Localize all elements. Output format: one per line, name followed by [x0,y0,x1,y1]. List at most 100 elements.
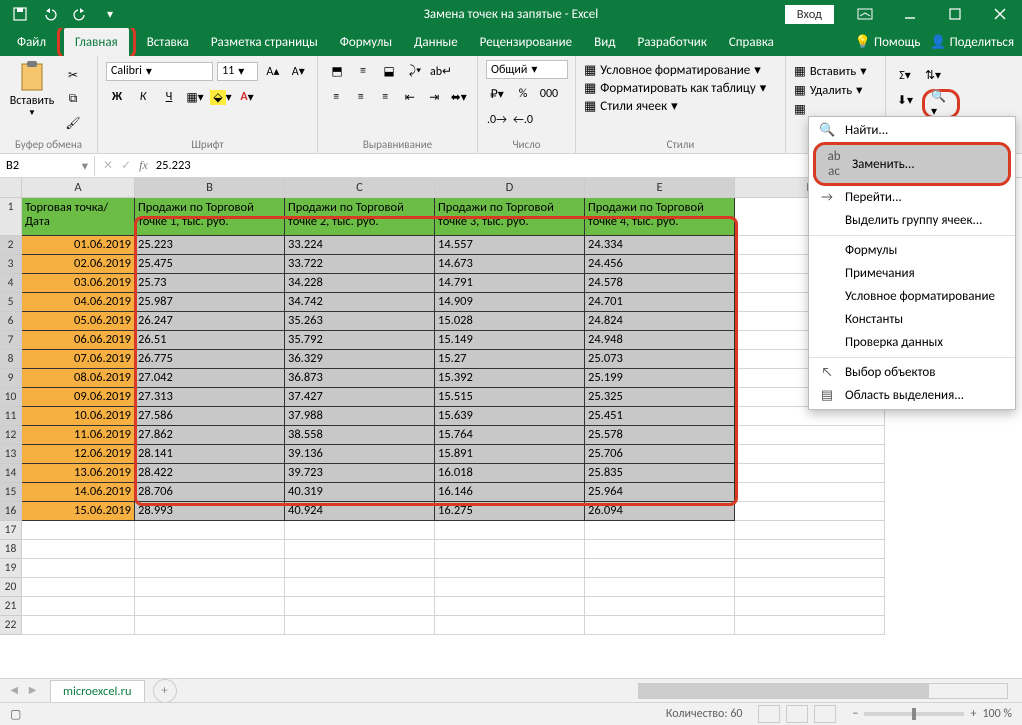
merge-icon[interactable]: ⬌▾ [449,86,470,108]
format-as-table[interactable]: ▦ Форматировать как таблицу ▾ [584,80,777,97]
cell-data[interactable]: 28.141 [135,445,285,464]
zoom-in-icon[interactable]: + [970,707,976,721]
cell-date[interactable]: 06.06.2019 [22,331,135,350]
cell-date[interactable]: 03.06.2019 [22,274,135,293]
cell[interactable] [735,426,885,445]
cell[interactable] [285,521,435,540]
cell-data[interactable]: 27.586 [135,407,285,426]
align-middle-icon[interactable]: ≡ [352,60,374,82]
cell-data[interactable]: 24.334 [585,236,735,255]
fx-cancel-icon[interactable]: ✕ [103,158,113,173]
cell-data[interactable]: 28.422 [135,464,285,483]
cell-data[interactable]: 27.862 [135,426,285,445]
cell-date[interactable]: 09.06.2019 [22,388,135,407]
cell[interactable] [735,597,885,616]
cell-data[interactable]: 15.392 [435,369,585,388]
cell[interactable] [585,521,735,540]
cell-data[interactable]: 15.891 [435,445,585,464]
cell-date[interactable]: 14.06.2019 [22,483,135,502]
cell-data[interactable]: 36.329 [285,350,435,369]
name-box[interactable]: B2▾ [0,156,95,176]
cell[interactable] [735,464,885,483]
cell-data[interactable]: 25.475 [135,255,285,274]
align-top-icon[interactable]: ⬒ [326,60,348,82]
cell-data[interactable]: 25.964 [585,483,735,502]
sort-icon[interactable]: ⇅▾ [922,64,944,86]
cell-data[interactable]: 38.558 [285,426,435,445]
ribbon-options-icon[interactable] [842,0,887,28]
tab-view[interactable]: Вид [583,28,626,56]
zoom-out-icon[interactable]: − [852,707,858,721]
row-header-5[interactable]: 5 [0,293,22,312]
cell-date[interactable]: 10.06.2019 [22,407,135,426]
record-macro-icon[interactable]: ▢ [10,707,21,722]
menu-selection-pane[interactable]: ▤Область выделения... [809,384,1015,407]
cell[interactable] [22,559,135,578]
horizontal-scrollbar[interactable] [638,683,1008,699]
cell-data[interactable]: 16.146 [435,483,585,502]
row-header-17[interactable]: 17 [0,521,22,540]
cell-data[interactable]: 25.223 [135,236,285,255]
col-header-B[interactable]: B [135,178,285,198]
cell-data[interactable]: 26.775 [135,350,285,369]
increase-decimal-icon[interactable]: .0→ [486,109,508,131]
col-header-C[interactable]: C [285,178,435,198]
font-color-icon[interactable]: A▾ [236,86,258,108]
cell[interactable] [735,540,885,559]
zoom-slider[interactable] [864,712,964,716]
insert-cells[interactable]: ▦ Вставить ▾ [794,62,877,80]
cell-data[interactable]: 15.149 [435,331,585,350]
row-header-20[interactable]: 20 [0,578,22,597]
menu-goto[interactable]: →Перейти... [809,186,1015,209]
tab-insert[interactable]: Вставка [136,28,200,56]
cell[interactable] [585,616,735,635]
cell[interactable] [735,616,885,635]
copy-icon[interactable]: ⧉ [62,88,84,110]
row-header-13[interactable]: 13 [0,445,22,464]
cell[interactable] [735,445,885,464]
conditional-formatting[interactable]: ▦ Условное форматирование ▾ [584,62,777,79]
cell-data[interactable]: 25.706 [585,445,735,464]
cell[interactable] [285,616,435,635]
cell[interactable] [585,559,735,578]
cell-data[interactable]: 33.722 [285,255,435,274]
cell-date[interactable]: 11.06.2019 [22,426,135,445]
cell-data[interactable]: 15.764 [435,426,585,445]
cell[interactable] [585,540,735,559]
row-header-15[interactable]: 15 [0,483,22,502]
indent-right-icon[interactable]: ⇥ [424,86,445,108]
cell-data[interactable]: 24.578 [585,274,735,293]
fill-color-icon[interactable]: ⬙▾ [210,86,232,108]
table-header[interactable]: Продажи по Торговой точке 1, тыс. руб. [135,198,285,236]
maximize-icon[interactable] [932,0,977,28]
cell-data[interactable]: 40.319 [285,483,435,502]
align-right-icon[interactable]: ≡ [375,86,396,108]
cell-data[interactable]: 34.742 [285,293,435,312]
indent-left-icon[interactable]: ⇤ [400,86,421,108]
table-header[interactable]: Торговая точка/ Дата [22,198,135,236]
cell[interactable] [22,578,135,597]
align-center-icon[interactable]: ≡ [351,86,372,108]
menu-data-validation[interactable]: Проверка данных [809,331,1015,354]
qat-more-icon[interactable]: ▾ [98,2,122,26]
delete-cells[interactable]: ▦ Удалить ▾ [794,81,877,99]
orientation-icon[interactable]: ⤸▾ [404,60,426,82]
col-header-E[interactable]: E [585,178,735,198]
cell[interactable] [585,597,735,616]
add-sheet-icon[interactable]: + [153,679,177,703]
decrease-decimal-icon[interactable]: ←.0 [512,109,534,131]
cell-data[interactable]: 40.924 [285,502,435,521]
cell-date[interactable]: 05.06.2019 [22,312,135,331]
cell-data[interactable]: 26.247 [135,312,285,331]
format-painter-icon[interactable]: 🖌 [62,112,84,134]
tab-formulas[interactable]: Формулы [329,28,403,56]
cell-data[interactable]: 24.456 [585,255,735,274]
bold-button[interactable]: Ж [106,86,128,108]
minimize-icon[interactable] [887,0,932,28]
row-header-21[interactable]: 21 [0,597,22,616]
currency-icon[interactable]: ₽▾ [486,83,508,105]
prev-sheet-icon[interactable]: ◄ [8,683,20,698]
cell-date[interactable]: 01.06.2019 [22,236,135,255]
tab-data[interactable]: Данные [403,28,469,56]
cell-data[interactable]: 24.824 [585,312,735,331]
